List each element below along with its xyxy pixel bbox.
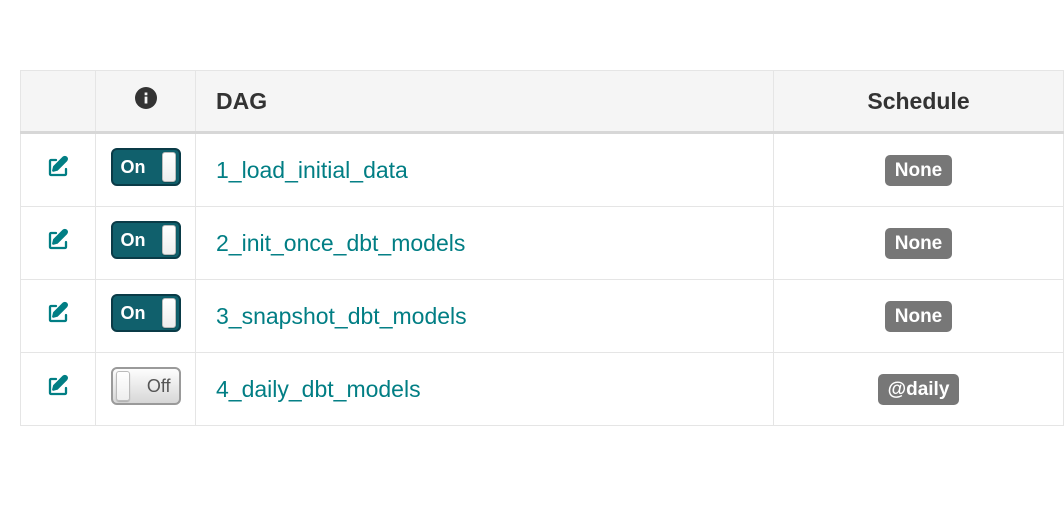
toggle-label: On <box>121 157 146 178</box>
dag-table: DAG Schedule On 1_load_initial_data <box>20 70 1064 426</box>
toggle-knob <box>116 371 130 401</box>
schedule-badge[interactable]: None <box>885 155 953 186</box>
dag-link[interactable]: 1_load_initial_data <box>216 157 408 183</box>
column-header-info <box>96 71 196 133</box>
toggle-knob <box>162 225 176 255</box>
dag-link[interactable]: 3_snapshot_dbt_models <box>216 303 467 329</box>
edit-icon <box>46 301 70 331</box>
edit-button[interactable] <box>46 228 70 258</box>
schedule-badge[interactable]: None <box>885 301 953 332</box>
toggle-label: On <box>121 230 146 251</box>
edit-icon <box>46 155 70 185</box>
dag-toggle[interactable]: On <box>111 294 181 332</box>
table-row: On 3_snapshot_dbt_models None <box>21 280 1064 353</box>
edit-icon <box>46 374 70 404</box>
column-header-edit <box>21 71 96 133</box>
dag-link[interactable]: 4_daily_dbt_models <box>216 376 421 402</box>
toggle-knob <box>162 152 176 182</box>
table-row: On 1_load_initial_data None <box>21 133 1064 207</box>
column-header-dag[interactable]: DAG <box>196 71 774 133</box>
dag-toggle[interactable]: Off <box>111 367 181 405</box>
table-row: Off 4_daily_dbt_models @daily <box>21 353 1064 426</box>
schedule-badge[interactable]: @daily <box>878 374 960 405</box>
dag-toggle[interactable]: On <box>111 221 181 259</box>
info-icon <box>135 87 157 109</box>
edit-icon <box>46 228 70 258</box>
table-row: On 2_init_once_dbt_models None <box>21 207 1064 280</box>
edit-button[interactable] <box>46 301 70 331</box>
toggle-label: Off <box>147 376 171 397</box>
toggle-label: On <box>121 303 146 324</box>
column-header-schedule[interactable]: Schedule <box>774 71 1064 133</box>
dag-toggle[interactable]: On <box>111 148 181 186</box>
edit-button[interactable] <box>46 155 70 185</box>
edit-button[interactable] <box>46 374 70 404</box>
toggle-knob <box>162 298 176 328</box>
dag-link[interactable]: 2_init_once_dbt_models <box>216 230 465 256</box>
schedule-badge[interactable]: None <box>885 228 953 259</box>
